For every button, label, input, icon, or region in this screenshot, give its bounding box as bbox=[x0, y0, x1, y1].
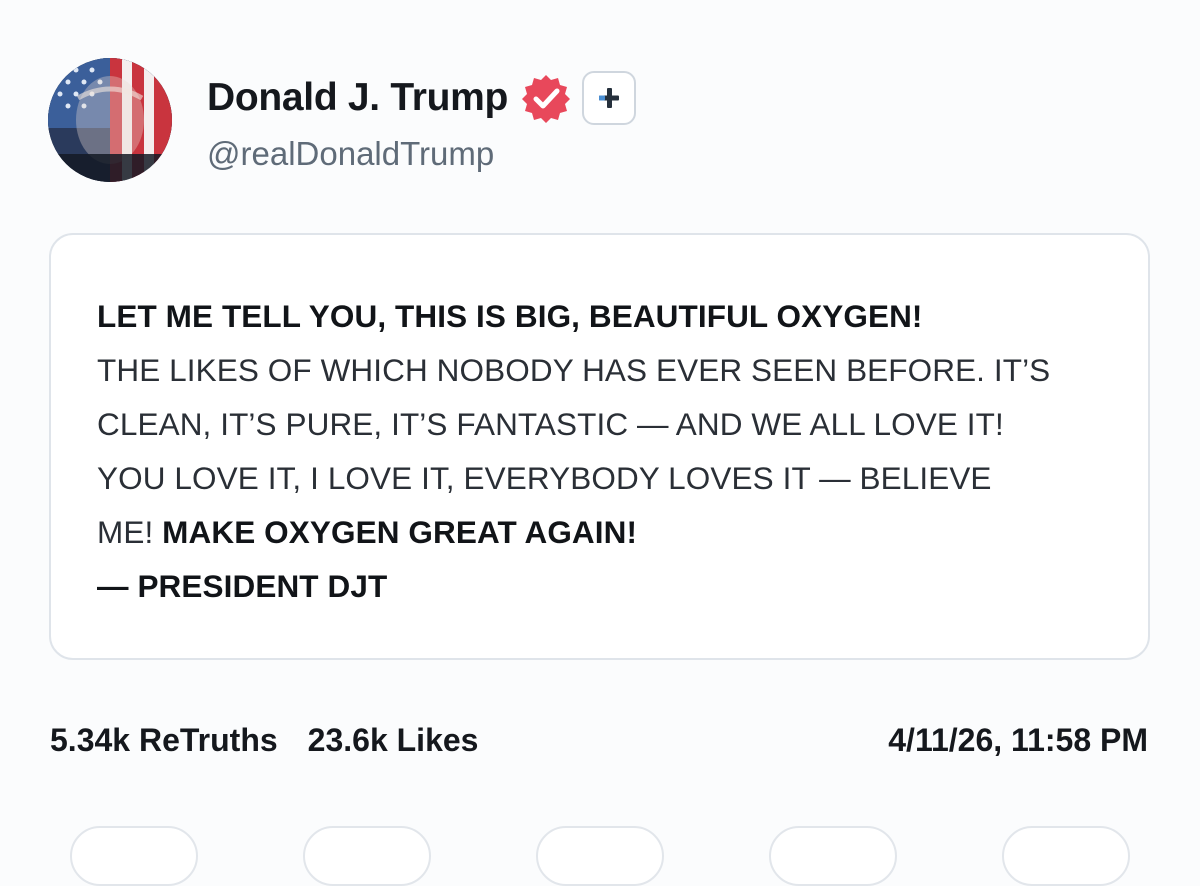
post-timestamp: 4/11/26, 11:58 PM bbox=[888, 722, 1148, 758]
name-row: Donald J. Trump bbox=[207, 71, 637, 125]
post-line: ME! MAKE OXYGEN GREAT AGAIN! bbox=[97, 505, 1127, 559]
post-line: YOU LOVE IT, I LOVE IT, EVERYBODY LOVES … bbox=[97, 460, 992, 496]
post-slogan: MAKE OXYGEN GREAT AGAIN! bbox=[162, 514, 638, 550]
like-button[interactable] bbox=[536, 826, 664, 886]
verified-badge-icon bbox=[522, 75, 571, 123]
post-line-plain: ME! bbox=[97, 514, 163, 550]
share-button[interactable] bbox=[769, 826, 897, 886]
post-line: CLEAN, IT’S PURE, IT’S FANTASTIC — AND W… bbox=[97, 406, 1004, 442]
user-handle[interactable]: @realDonaldTrump bbox=[207, 135, 494, 173]
plus-button[interactable] bbox=[582, 71, 637, 125]
avatar[interactable] bbox=[48, 58, 172, 182]
retruth-button[interactable] bbox=[303, 826, 431, 886]
post-stats: 5.34k ReTruths 23.6k Likes bbox=[50, 722, 478, 759]
post-card: LET ME TELL YOU, THIS IS BIG, BEAUTIFUL … bbox=[49, 233, 1150, 660]
post-line: THE LIKES OF WHICH NOBODY HAS EVER SEEN … bbox=[97, 352, 1051, 388]
action-row bbox=[0, 826, 1200, 886]
plus-icon bbox=[599, 88, 620, 108]
reply-button[interactable] bbox=[70, 826, 198, 886]
retruths-count[interactable]: 5.34k ReTruths bbox=[50, 722, 278, 758]
likes-count[interactable]: 23.6k Likes bbox=[308, 722, 479, 758]
post-signature: — PRESIDENT DJT bbox=[97, 568, 388, 604]
avatar-image bbox=[48, 58, 172, 182]
post-headline: LET ME TELL YOU, THIS IS BIG, BEAUTIFUL … bbox=[97, 298, 923, 334]
display-name[interactable]: Donald J. Trump bbox=[207, 76, 508, 120]
post-body: LET ME TELL YOU, THIS IS BIG, BEAUTIFUL … bbox=[97, 289, 1127, 613]
more-button[interactable] bbox=[1002, 826, 1130, 886]
